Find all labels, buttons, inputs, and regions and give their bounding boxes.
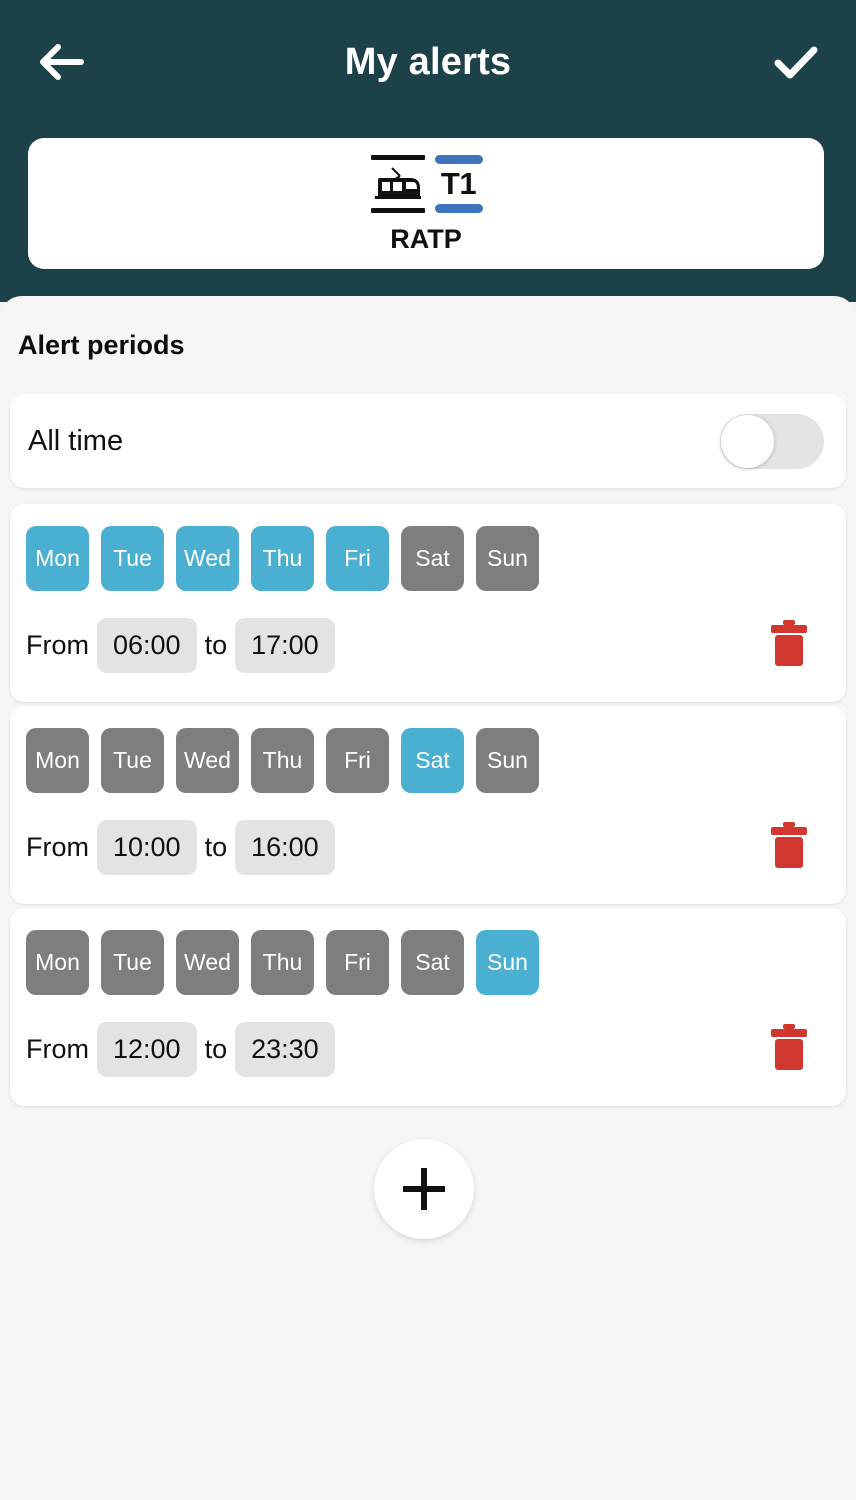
day-selector: Mon Tue Wed Thu Fri Sat Sun [26,526,539,591]
plus-icon [403,1168,445,1210]
tram-rule-bottom [370,207,425,213]
delete-period-button[interactable] [758,1014,820,1080]
check-icon [774,46,818,79]
day-chip-sun[interactable]: Sun [476,526,539,591]
all-time-row[interactable]: All time [10,394,846,488]
tram-rule-top [370,154,425,160]
day-chip-sat[interactable]: Sat [401,728,464,793]
tram-icon [374,166,421,199]
route-card[interactable]: T1 RATP [28,138,824,269]
app-header: My alerts T1 RATP [0,0,856,302]
page-title: My alerts [344,40,512,83]
route-badges: T1 [370,153,483,215]
alert-periods-sheet: Alert periods All time Mon Tue Wed Thu F… [0,296,856,1500]
period-card: Mon Tue Wed Thu Fri Sat Sun From 10:00 t… [10,706,846,904]
day-chip-mon[interactable]: Mon [26,728,89,793]
day-chip-thu[interactable]: Thu [251,526,314,591]
day-chip-tue[interactable]: Tue [101,526,164,591]
delete-period-button[interactable] [758,610,820,676]
from-time[interactable]: 10:00 [97,819,197,875]
day-chip-thu[interactable]: Thu [251,728,314,793]
line-number: T1 [440,166,477,201]
section-title: Alert periods [18,330,185,360]
day-chip-sat[interactable]: Sat [401,526,464,591]
period-card: Mon Tue Wed Thu Fri Sat Sun From 06:00 t… [10,504,846,702]
day-chip-sun[interactable]: Sun [476,728,539,793]
day-selector: Mon Tue Wed Thu Fri Sat Sun [26,930,539,995]
day-chip-wed[interactable]: Wed [176,930,239,995]
time-range: From 06:00 to 17:00 [26,614,343,676]
to-time[interactable]: 23:30 [235,1021,335,1077]
time-range: From 10:00 to 16:00 [26,816,343,878]
day-chip-fri[interactable]: Fri [326,930,389,995]
line-rule-top [434,154,483,164]
trash-icon [771,822,807,868]
tram-mode-badge [370,154,426,213]
day-chip-tue[interactable]: Tue [101,728,164,793]
from-label: From [26,1033,89,1064]
day-selector: Mon Tue Wed Thu Fri Sat Sun [26,728,539,793]
toggle-knob [721,414,774,468]
operator-name: RATP [390,223,462,254]
confirm-button[interactable] [764,30,828,94]
day-chip-wed[interactable]: Wed [176,728,239,793]
period-card: Mon Tue Wed Thu Fri Sat Sun From 12:00 t… [10,908,846,1106]
day-chip-fri[interactable]: Fri [326,526,389,591]
day-chip-mon[interactable]: Mon [26,526,89,591]
all-time-toggle[interactable] [720,413,824,469]
day-chip-sat[interactable]: Sat [401,930,464,995]
day-chip-sun[interactable]: Sun [476,930,539,995]
from-time[interactable]: 06:00 [97,617,197,673]
header-bar: My alerts [0,0,856,124]
all-time-label: All time [28,424,124,457]
delete-period-button[interactable] [758,812,820,878]
arrow-left-icon [40,44,84,80]
to-time[interactable]: 17:00 [235,617,335,673]
to-label: to [204,1033,228,1064]
day-chip-fri[interactable]: Fri [326,728,389,793]
add-period-button[interactable] [374,1139,474,1239]
day-chip-thu[interactable]: Thu [251,930,314,995]
from-label: From [26,629,89,660]
from-time[interactable]: 12:00 [97,1021,197,1077]
trash-icon [771,620,807,666]
line-rule-bottom [434,203,483,213]
day-chip-wed[interactable]: Wed [176,526,239,591]
day-chip-tue[interactable]: Tue [101,930,164,995]
to-label: to [204,629,228,660]
to-label: to [204,831,228,862]
to-time[interactable]: 16:00 [235,819,335,875]
from-label: From [26,831,89,862]
trash-icon [771,1024,807,1070]
back-button[interactable] [28,30,92,94]
day-chip-mon[interactable]: Mon [26,930,89,995]
line-badge: T1 [434,154,483,213]
time-range: From 12:00 to 23:30 [26,1018,343,1080]
